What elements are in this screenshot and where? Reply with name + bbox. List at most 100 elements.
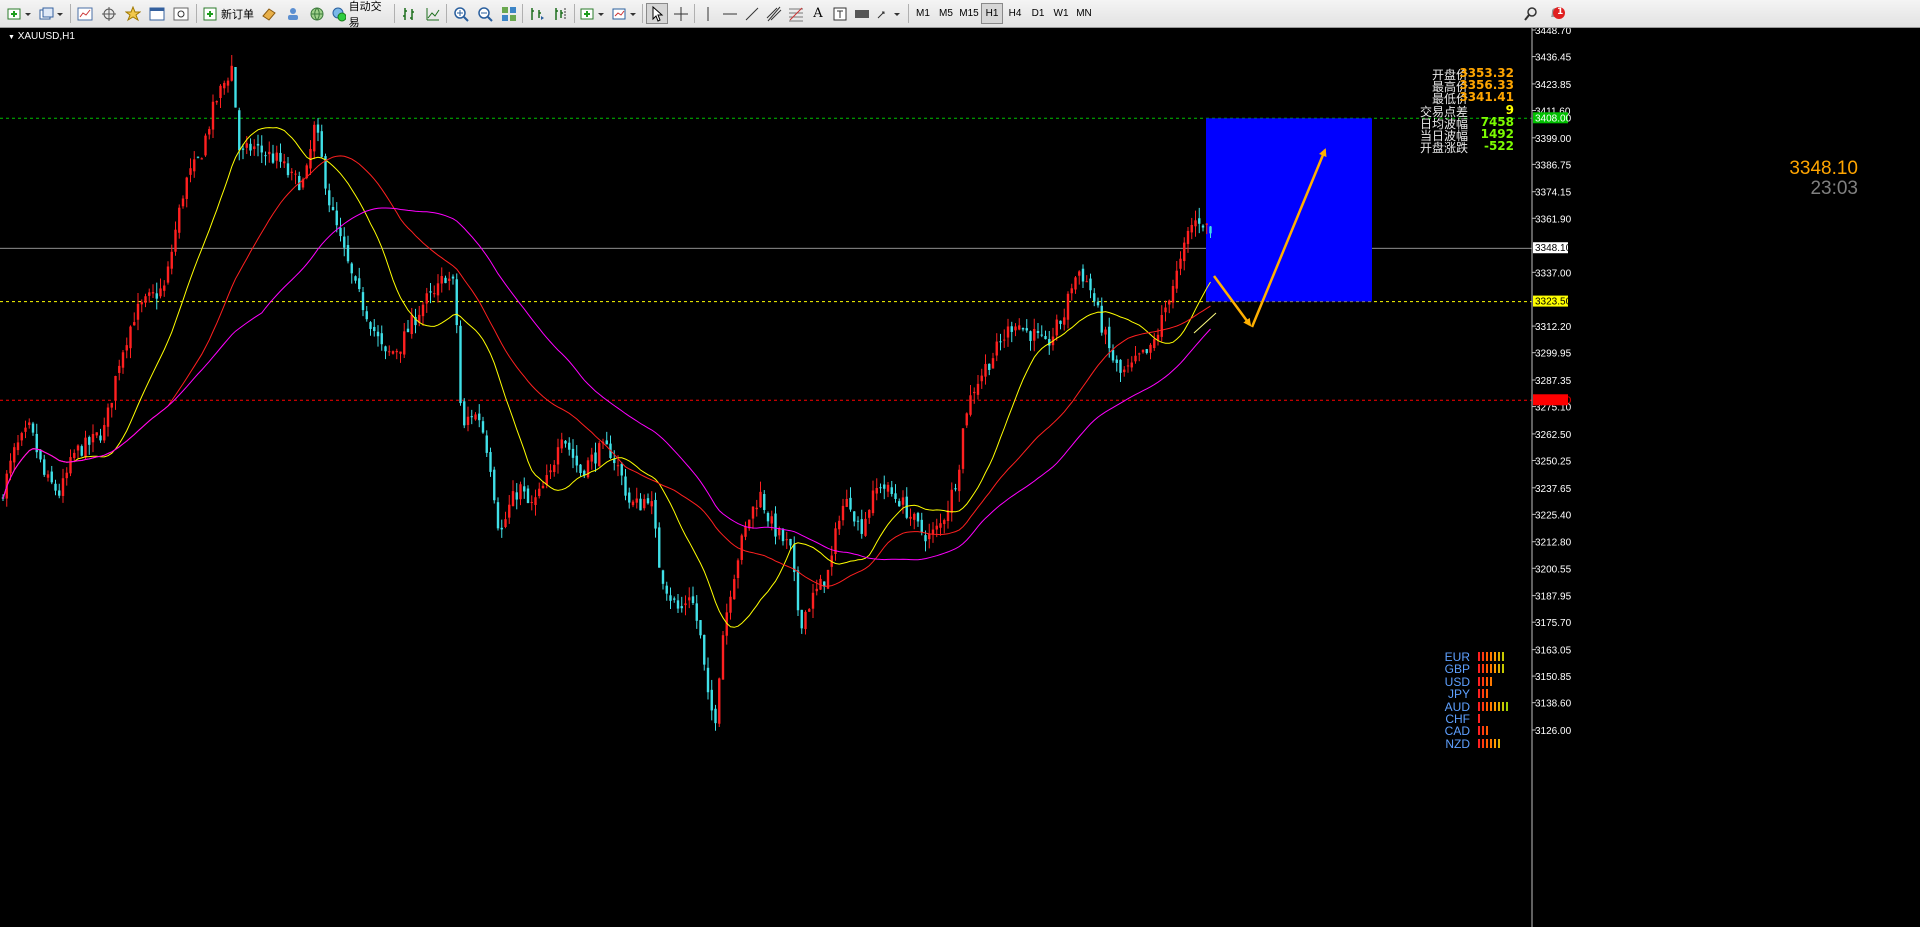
target-zone-rectangle[interactable]: [1206, 118, 1372, 302]
cursor-tool-button[interactable]: [646, 3, 668, 24]
axis-tick-label: 3126.00: [1535, 726, 1572, 737]
text-label-tool-button[interactable]: [830, 3, 850, 24]
candle: [230, 55, 233, 82]
candle: [736, 558, 740, 589]
candle: [669, 587, 672, 609]
notifications-button[interactable]: 1: [1546, 3, 1566, 24]
new-chart-button[interactable]: [4, 3, 34, 24]
chart-window[interactable]: 3448.70 3436.45 3423.85 3411.60 3399.00 3386.…: [0, 28, 1920, 927]
price-chart[interactable]: 3448.703436.453423.853411.603399.003386.…: [0, 28, 1920, 927]
candle: [984, 354, 987, 385]
strength-bars: [1478, 652, 1506, 661]
candle: [28, 418, 31, 429]
new-order-label: 新订单: [221, 7, 254, 21]
candle: [939, 513, 942, 536]
candle: [316, 118, 320, 142]
signals-button[interactable]: [282, 3, 304, 24]
candle: [553, 460, 556, 477]
candle: [931, 522, 935, 543]
candle: [95, 432, 98, 439]
candle: [148, 288, 151, 303]
data-window-button[interactable]: [98, 3, 120, 24]
candle: [594, 442, 597, 472]
axis-tick-label: 3299.95: [1535, 349, 1572, 360]
fibonacci-tool-button[interactable]: [786, 3, 806, 24]
candle: [343, 227, 346, 257]
vertical-line-tool-button[interactable]: [698, 3, 718, 24]
timeframe-h4-button[interactable]: H4: [1004, 3, 1026, 24]
timeframe-m1-button[interactable]: M1: [912, 3, 934, 24]
candle: [463, 398, 466, 429]
crosshair-tool-button[interactable]: [670, 3, 692, 24]
timeframe-d1-button[interactable]: D1: [1027, 3, 1049, 24]
candle: [988, 363, 991, 376]
info-row: 当日波幅 1492: [1378, 127, 1518, 143]
candle: [470, 409, 473, 425]
line-chart-button[interactable]: [422, 3, 444, 24]
candle: [103, 417, 106, 444]
candle: [511, 480, 515, 507]
search-button[interactable]: [1520, 3, 1542, 24]
candle: [853, 510, 856, 527]
candle: [871, 480, 875, 516]
candle: [639, 493, 642, 511]
candle: [1089, 273, 1092, 299]
equidistant-channel-icon: [766, 6, 782, 21]
meta-editor-button[interactable]: [258, 3, 280, 24]
auto-trading-button[interactable]: 自动交易: [330, 0, 390, 29]
strategy-tester-button[interactable]: [170, 3, 192, 24]
candle: [676, 593, 680, 613]
timeframe-mn-button[interactable]: MN: [1073, 3, 1095, 24]
candle: [590, 447, 593, 470]
candle: [1119, 359, 1122, 382]
navigator-button[interactable]: [122, 3, 144, 24]
ma-slow-line[interactable]: [2, 207, 1211, 561]
currency-row: EUR: [1430, 650, 1530, 664]
candle: [410, 307, 413, 339]
candle: [538, 482, 541, 499]
channel-tool-button[interactable]: [764, 3, 784, 24]
candle: [913, 512, 916, 530]
candle: [1149, 343, 1152, 360]
profiles-button[interactable]: [36, 3, 66, 24]
axis-tick-label: 3386.75: [1535, 160, 1572, 171]
candle: [290, 168, 293, 181]
timeframe-w1-button[interactable]: W1: [1050, 3, 1072, 24]
tile-windows-button[interactable]: [498, 3, 520, 24]
candle: [474, 412, 477, 421]
new-order-button[interactable]: 新订单: [200, 3, 256, 24]
candle: [946, 500, 950, 529]
candle: [1179, 251, 1182, 276]
auto-scroll-button[interactable]: [526, 3, 548, 24]
timeframe-m5-button[interactable]: M5: [935, 3, 957, 24]
chart-shift-button[interactable]: [550, 3, 572, 24]
candle: [298, 171, 301, 191]
horizontal-line-tool-button[interactable]: [720, 3, 740, 24]
terminal-button[interactable]: [146, 3, 168, 24]
bar-chart-button[interactable]: [398, 3, 420, 24]
axis-tick-label: 3187.95: [1535, 592, 1572, 603]
timeframe-m15-button[interactable]: M15: [958, 3, 980, 24]
bar-chart-icon: [403, 7, 414, 20]
candle: [1036, 323, 1040, 339]
currency-row: GBP: [1430, 662, 1530, 676]
market-button[interactable]: [306, 3, 328, 24]
rectangle-tool-button[interactable]: [852, 3, 872, 24]
zoom-in-button[interactable]: [450, 3, 472, 24]
axis-tick-label: 3399.00: [1535, 134, 1572, 145]
text-tool-button[interactable]: A: [808, 3, 828, 24]
market-watch-button[interactable]: [74, 3, 96, 24]
periods-button[interactable]: [610, 3, 640, 24]
timeframe-h1-button[interactable]: H1: [981, 3, 1003, 24]
candle: [1168, 299, 1171, 314]
indicators-button[interactable]: [578, 3, 608, 24]
candle: [1201, 224, 1205, 232]
candle: [811, 584, 815, 618]
objects-menu-button[interactable]: [874, 3, 904, 24]
zoom-out-button[interactable]: [474, 3, 496, 24]
candle: [54, 479, 57, 496]
magnifier-chart-icon: [173, 7, 189, 20]
ma-mid-line[interactable]: [2, 155, 1211, 587]
trendline-tool-button[interactable]: [742, 3, 762, 24]
candle: [1078, 270, 1081, 285]
